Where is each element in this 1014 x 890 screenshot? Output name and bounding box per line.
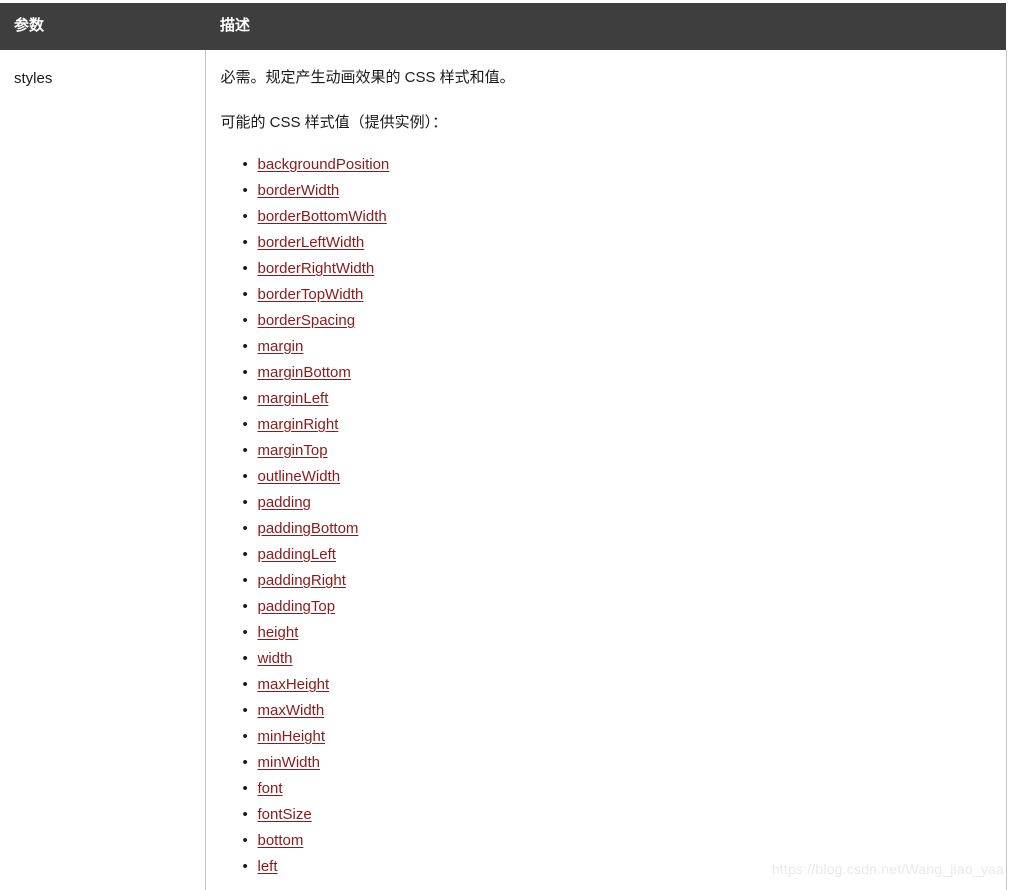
css-style-link[interactable]: width (258, 650, 293, 667)
css-style-link[interactable]: marginRight (258, 416, 339, 433)
list-item: margin (243, 334, 992, 360)
css-style-link[interactable]: paddingLeft (258, 546, 336, 563)
css-style-link[interactable]: borderBottomWidth (258, 208, 387, 225)
css-style-link[interactable]: font (258, 780, 283, 797)
css-style-link[interactable]: borderSpacing (258, 312, 356, 329)
description-paragraph-required: 必需。规定产生动画效果的 CSS 样式和值。 (221, 66, 992, 89)
list-item: padding (243, 490, 992, 516)
parameter-table: 参数 描述 styles 必需。规定产生动画效果的 CSS 样式和值。 可能的 … (0, 3, 1007, 890)
list-item: bottom (243, 828, 992, 854)
css-style-link[interactable]: marginLeft (258, 390, 329, 407)
css-style-link[interactable]: outlineWidth (258, 468, 341, 485)
list-item: marginRight (243, 412, 992, 438)
css-style-link[interactable]: paddingBottom (258, 520, 359, 537)
css-style-link-list: backgroundPosition borderWidth borderBotto… (221, 152, 992, 880)
css-style-link[interactable]: borderWidth (258, 182, 340, 199)
list-item: font (243, 776, 992, 802)
column-header-parameter: 参数 (0, 3, 205, 50)
css-style-link[interactable]: height (258, 624, 299, 641)
css-style-link[interactable]: maxHeight (258, 676, 330, 693)
list-item: backgroundPosition (243, 152, 992, 178)
list-item: outlineWidth (243, 464, 992, 490)
list-item: height (243, 620, 992, 646)
table-row: styles 必需。规定产生动画效果的 CSS 样式和值。 可能的 CSS 样式… (0, 50, 1006, 890)
cell-parameter-name: styles (0, 50, 205, 890)
css-style-link[interactable]: padding (258, 494, 311, 511)
css-style-link[interactable]: paddingRight (258, 572, 346, 589)
list-item: marginLeft (243, 386, 992, 412)
list-item: borderRightWidth (243, 256, 992, 282)
css-style-link[interactable]: borderRightWidth (258, 260, 375, 277)
css-style-link[interactable]: bottom (258, 832, 304, 849)
list-item: left (243, 854, 992, 880)
css-style-link[interactable]: margin (258, 338, 304, 355)
list-item: borderWidth (243, 178, 992, 204)
list-item: minHeight (243, 724, 992, 750)
list-item: borderLeftWidth (243, 230, 992, 256)
list-item: borderSpacing (243, 308, 992, 334)
css-style-link[interactable]: minHeight (258, 728, 326, 745)
css-style-link[interactable]: borderLeftWidth (258, 234, 365, 251)
css-style-link[interactable]: borderTopWidth (258, 286, 364, 303)
list-item: paddingRight (243, 568, 992, 594)
list-item: maxHeight (243, 672, 992, 698)
list-item: minWidth (243, 750, 992, 776)
list-item: borderBottomWidth (243, 204, 992, 230)
list-item: paddingBottom (243, 516, 992, 542)
table-header: 参数 描述 (0, 3, 1006, 50)
table-header-row: 参数 描述 (0, 3, 1006, 50)
list-item: marginTop (243, 438, 992, 464)
list-item: borderTopWidth (243, 282, 992, 308)
cell-description: 必需。规定产生动画效果的 CSS 样式和值。 可能的 CSS 样式值（提供实例）… (205, 50, 1006, 890)
list-item: width (243, 646, 992, 672)
page-root: 参数 描述 styles 必需。规定产生动画效果的 CSS 样式和值。 可能的 … (0, 0, 1014, 885)
css-style-link[interactable]: marginBottom (258, 364, 351, 381)
css-style-link[interactable]: marginTop (258, 442, 328, 459)
list-item: fontSize (243, 802, 992, 828)
css-style-link[interactable]: fontSize (258, 806, 312, 823)
css-style-link[interactable]: paddingTop (258, 598, 336, 615)
css-style-link[interactable]: backgroundPosition (258, 156, 390, 173)
column-header-description: 描述 (205, 3, 1006, 50)
list-item: maxWidth (243, 698, 992, 724)
description-paragraph-possible-values: 可能的 CSS 样式值（提供实例）： (221, 111, 992, 134)
list-item: paddingTop (243, 594, 992, 620)
list-item: paddingLeft (243, 542, 992, 568)
css-style-link[interactable]: minWidth (258, 754, 321, 771)
css-style-link[interactable]: left (258, 858, 278, 875)
list-item: marginBottom (243, 360, 992, 386)
table-body: styles 必需。规定产生动画效果的 CSS 样式和值。 可能的 CSS 样式… (0, 50, 1006, 890)
css-style-link[interactable]: maxWidth (258, 702, 325, 719)
